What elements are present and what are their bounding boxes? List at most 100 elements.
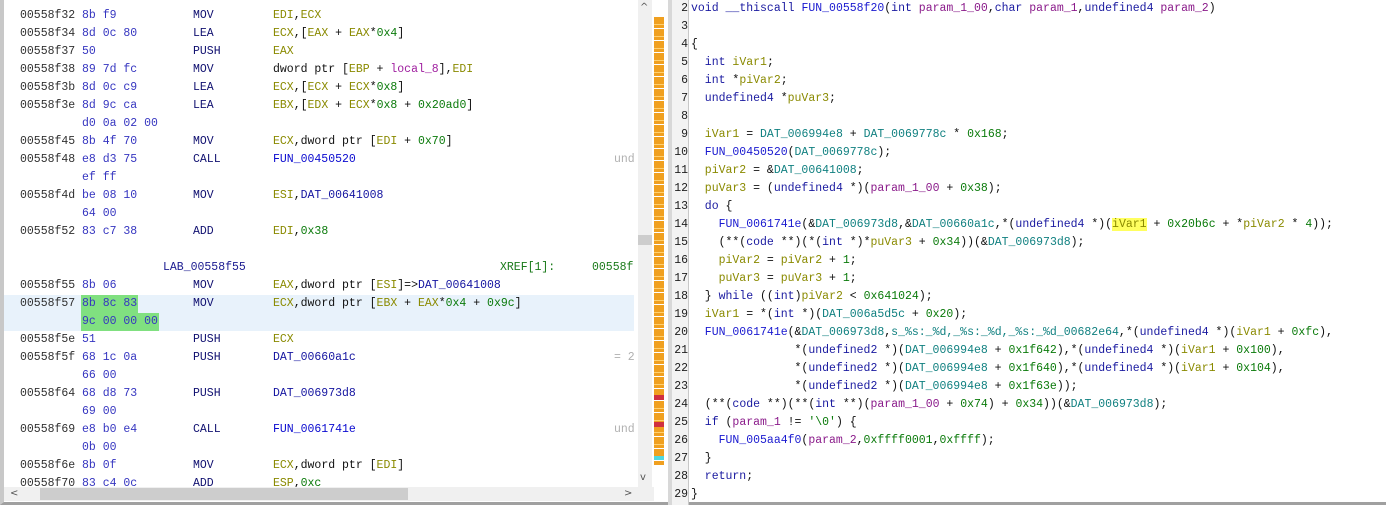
instruction-address[interactable]: 00558f45	[20, 133, 75, 151]
operand-token[interactable]: DAT_00641008	[301, 189, 384, 202]
instruction-address[interactable]: 00558f3b	[20, 79, 75, 97]
operand-token[interactable]: EDI	[452, 63, 473, 76]
listing-row[interactable]: 00558f5e 51 PUSH ECX	[4, 331, 634, 349]
operand-token[interactable]: +	[466, 297, 487, 310]
code-token[interactable]: ),*(	[1057, 344, 1085, 357]
operand-token[interactable]: *	[370, 27, 377, 40]
operand-token[interactable]: 0x8	[377, 99, 398, 112]
code-token[interactable]: puVar3	[781, 272, 822, 285]
operand-token[interactable]: *	[370, 81, 377, 94]
instruction-address[interactable]: 00558f37	[20, 43, 75, 61]
code-token[interactable]: 0x20b6c	[1167, 218, 1215, 231]
code-line[interactable]: 27 }	[672, 450, 1386, 468]
code-token[interactable]: FUN_0061741e	[691, 326, 788, 339]
code-line[interactable]: 11 piVar2 = &DAT_00641008;	[672, 162, 1386, 180]
operand-token[interactable]: +	[328, 81, 349, 94]
code-token[interactable]: undefined4	[1084, 362, 1153, 375]
code-token[interactable]: );	[981, 434, 995, 447]
code-line[interactable]: 29}	[672, 486, 1386, 504]
code-token[interactable]: ;	[746, 470, 753, 483]
code-token[interactable]: *)(	[877, 362, 905, 375]
code-token[interactable]: +	[940, 398, 961, 411]
code-line[interactable]: 26 FUN_005aa4f0(param_2,0xffff0001,0xfff…	[672, 432, 1386, 450]
code-token[interactable]: = (	[746, 182, 774, 195]
code-token[interactable]: ,&	[898, 218, 912, 231]
code-token[interactable]: DAT_00641008	[774, 164, 857, 177]
code-token[interactable]: puVar3	[788, 92, 829, 105]
code-token[interactable]: undefined4	[1084, 2, 1153, 15]
code-token[interactable]: ;	[850, 272, 857, 285]
operand-token[interactable]: *	[370, 99, 377, 112]
operand-token[interactable]: EDI	[273, 225, 294, 238]
code-token[interactable]: +	[988, 380, 1009, 393]
operand-token[interactable]: ]	[397, 81, 404, 94]
code-token[interactable]: 0x1f63e	[1009, 380, 1057, 393]
code-token[interactable]: 0xfc	[1292, 326, 1320, 339]
instruction-address[interactable]: 00558f3e	[20, 97, 75, 115]
operand-token[interactable]: +	[328, 27, 349, 40]
operand-token[interactable]: 0x70	[418, 135, 446, 148]
operand-token[interactable]: ,dword ptr [	[294, 297, 377, 310]
code-token[interactable]: undefined2	[808, 344, 877, 357]
operand-token[interactable]: EAX	[308, 27, 329, 40]
code-token[interactable]: {	[691, 38, 698, 51]
code-token[interactable]: ,	[857, 434, 864, 447]
code-token[interactable]: int	[774, 290, 795, 303]
operand-token[interactable]: ,dword ptr [	[294, 459, 377, 472]
operand-token[interactable]: ,[	[294, 99, 308, 112]
code-token[interactable]: param_1	[1029, 2, 1077, 15]
instruction-address[interactable]: 00558f48	[20, 151, 75, 169]
operand-token[interactable]: ]	[466, 99, 473, 112]
code-token[interactable]: }	[691, 452, 712, 465]
code-token[interactable]: param_1_00	[919, 2, 988, 15]
code-token[interactable]: 0x20	[926, 308, 954, 321]
code-token[interactable]: param_1_00	[870, 182, 939, 195]
code-token[interactable]: 0xffff0001	[864, 434, 933, 447]
operand-token[interactable]: ECX	[349, 81, 370, 94]
operand-token[interactable]: +	[397, 297, 418, 310]
operand-token[interactable]: FUN_0061741e	[273, 423, 356, 436]
operand-token[interactable]: 0x20ad0	[418, 99, 466, 112]
code-token[interactable]: ) +	[988, 398, 1016, 411]
code-token[interactable]: while	[719, 290, 754, 303]
operand-token[interactable]: dword ptr [	[273, 63, 349, 76]
operand-token[interactable]: local_8	[390, 63, 438, 76]
operand-token[interactable]: ECX	[273, 135, 294, 148]
code-token[interactable]: 0x1f640	[1009, 362, 1057, 375]
code-token[interactable]: ;	[767, 56, 774, 69]
operand-token[interactable]: EDI	[377, 135, 398, 148]
code-token[interactable]: ),	[1319, 326, 1333, 339]
operand-token[interactable]: ,[	[294, 81, 308, 94]
code-token[interactable]: 1	[843, 272, 850, 285]
scroll-up-icon[interactable]: ^	[640, 2, 648, 13]
code-token[interactable]: param_1_00	[870, 398, 939, 411]
operand-token[interactable]: ECX	[273, 27, 294, 40]
code-token[interactable]: int	[815, 398, 836, 411]
operand-token[interactable]: EDX	[308, 99, 329, 112]
code-token[interactable]: iVar1	[1112, 218, 1147, 231]
code-token[interactable]: piVar2	[781, 254, 822, 267]
code-line[interactable]: 10 FUN_00450520(DAT_0069778c);	[672, 144, 1386, 162]
instruction-address[interactable]: 00558f52	[20, 223, 75, 241]
code-token[interactable]: ((	[753, 290, 774, 303]
code-token[interactable]: *(	[691, 380, 809, 393]
listing-row[interactable]: 00558f52 83 c7 38 ADD EDI,0x38	[4, 223, 634, 241]
instruction-address[interactable]: 00558f5e	[20, 331, 75, 349]
operand-token[interactable]: 0x38	[301, 225, 329, 238]
code-token[interactable]: piVar2	[739, 74, 780, 87]
code-line[interactable]: 7 undefined4 *puVar3;	[672, 90, 1386, 108]
scroll-left-icon[interactable]: <	[10, 488, 18, 499]
code-token[interactable]: int	[774, 308, 795, 321]
listing-row[interactable]: d0 0a 02 00	[4, 115, 634, 133]
code-line[interactable]: 5 int iVar1;	[672, 54, 1386, 72]
code-token[interactable]: ));	[1312, 218, 1333, 231]
code-token[interactable]: iVar1	[1181, 362, 1216, 375]
code-token[interactable]: **)(	[836, 398, 871, 411]
code-token[interactable]: DAT_006994e8	[905, 362, 988, 375]
code-line[interactable]: 17 puVar3 = puVar3 + 1;	[672, 270, 1386, 288]
code-token[interactable]: ,*(	[1119, 326, 1140, 339]
code-token[interactable]: param_1	[732, 416, 780, 429]
code-token[interactable]: (**(	[691, 236, 747, 249]
code-token[interactable]: }	[691, 488, 698, 501]
code-token[interactable]: ;	[829, 92, 836, 105]
